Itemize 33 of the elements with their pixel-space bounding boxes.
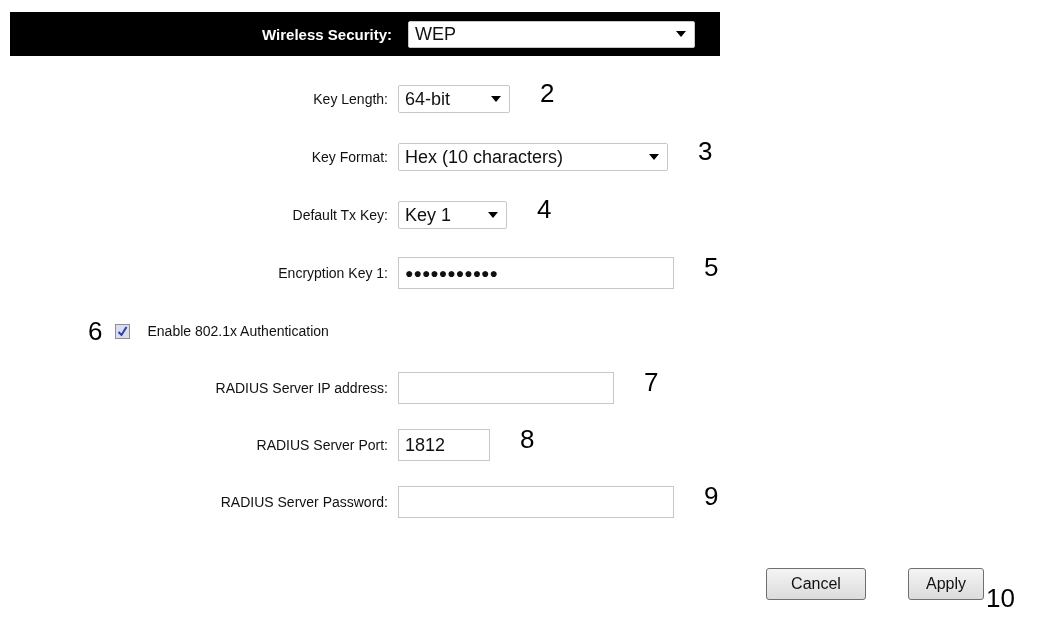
input-field[interactable] xyxy=(398,372,614,404)
field-label: Key Format: xyxy=(310,149,388,165)
dropdown[interactable]: 64-bit xyxy=(398,85,510,113)
callout-number: 2 xyxy=(540,77,555,109)
cancel-button[interactable]: Cancel xyxy=(766,567,866,600)
input-field[interactable] xyxy=(398,486,674,518)
caret-icon xyxy=(676,31,686,37)
dropdown[interactable]: Hex (10 characters) xyxy=(398,143,668,171)
field-label: RADIUS Server IP address: xyxy=(214,380,388,396)
caret-icon xyxy=(488,212,498,218)
callout-number: 6 xyxy=(88,315,103,347)
callout-number: 7 xyxy=(644,366,659,398)
field-label: Default Tx Key: xyxy=(291,207,388,223)
security-dropdown[interactable]: WEP xyxy=(408,20,695,48)
field-label: Wireless Security: xyxy=(261,25,392,43)
checkbox-label: Enable 802.1x Authentication xyxy=(147,323,329,339)
callout-number: 5 xyxy=(704,251,719,283)
caret-icon xyxy=(649,154,659,160)
checkbox[interactable] xyxy=(115,323,131,339)
field-label: RADIUS Server Password: xyxy=(219,494,388,510)
callout-number: 9 xyxy=(704,480,719,512)
field-label: RADIUS Server Port: xyxy=(255,437,388,453)
callout-number: 3 xyxy=(698,135,713,167)
dropdown[interactable]: Key 1 xyxy=(398,201,507,229)
callout-number: 10 xyxy=(986,583,1015,614)
password-field[interactable]: ●●●●●●●●●●● xyxy=(398,257,674,289)
field-label: Key Length: xyxy=(312,91,388,107)
callout-number: 4 xyxy=(537,193,552,225)
field-label: Encryption Key 1: xyxy=(277,265,388,281)
apply-button[interactable]: Apply xyxy=(908,567,984,600)
caret-icon xyxy=(491,96,501,102)
input-field[interactable]: 1812 xyxy=(398,429,490,461)
callout-number: 8 xyxy=(520,423,535,455)
